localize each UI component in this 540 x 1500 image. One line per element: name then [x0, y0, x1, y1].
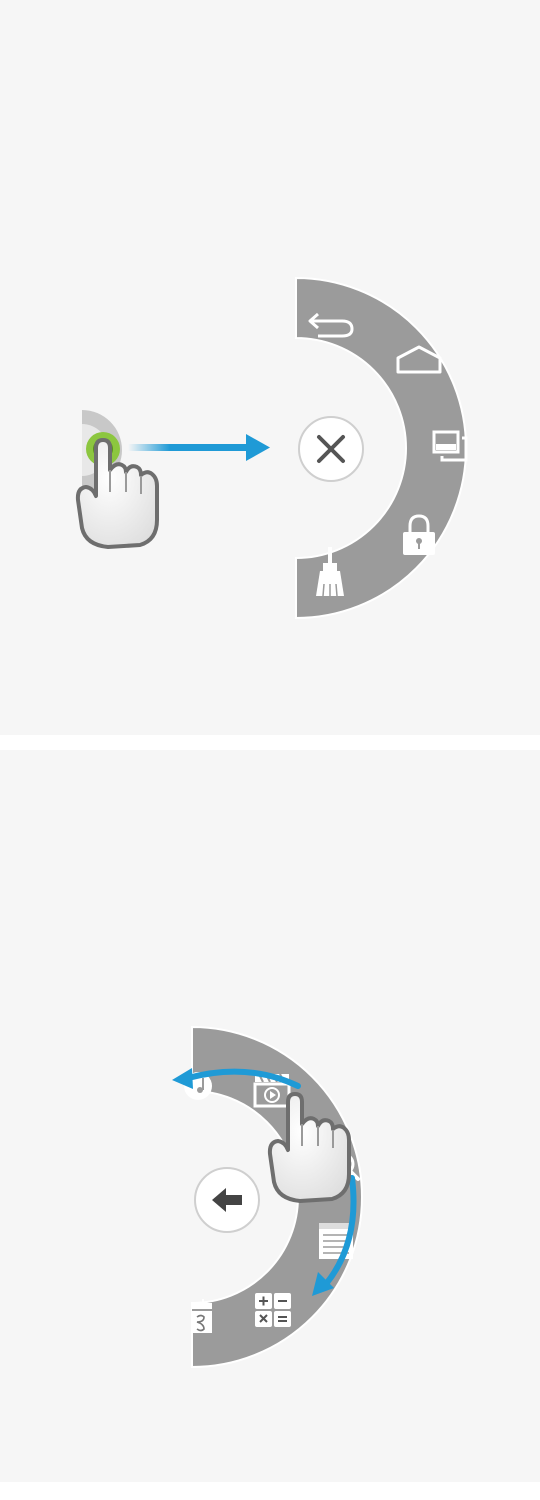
close-button[interactable] — [298, 416, 364, 482]
panel-bottom-canvas — [172, 1025, 363, 1369]
tutorial-panel-open-menu — [0, 0, 540, 735]
back-button[interactable] — [194, 1167, 260, 1233]
tutorial-stage — [0, 0, 540, 1500]
calendar-icon[interactable] — [192, 1299, 212, 1333]
drag-right-arrow — [128, 434, 270, 461]
panel-top-canvas — [75, 276, 468, 620]
tutorial-panel-rotate-menu — [0, 750, 540, 1482]
